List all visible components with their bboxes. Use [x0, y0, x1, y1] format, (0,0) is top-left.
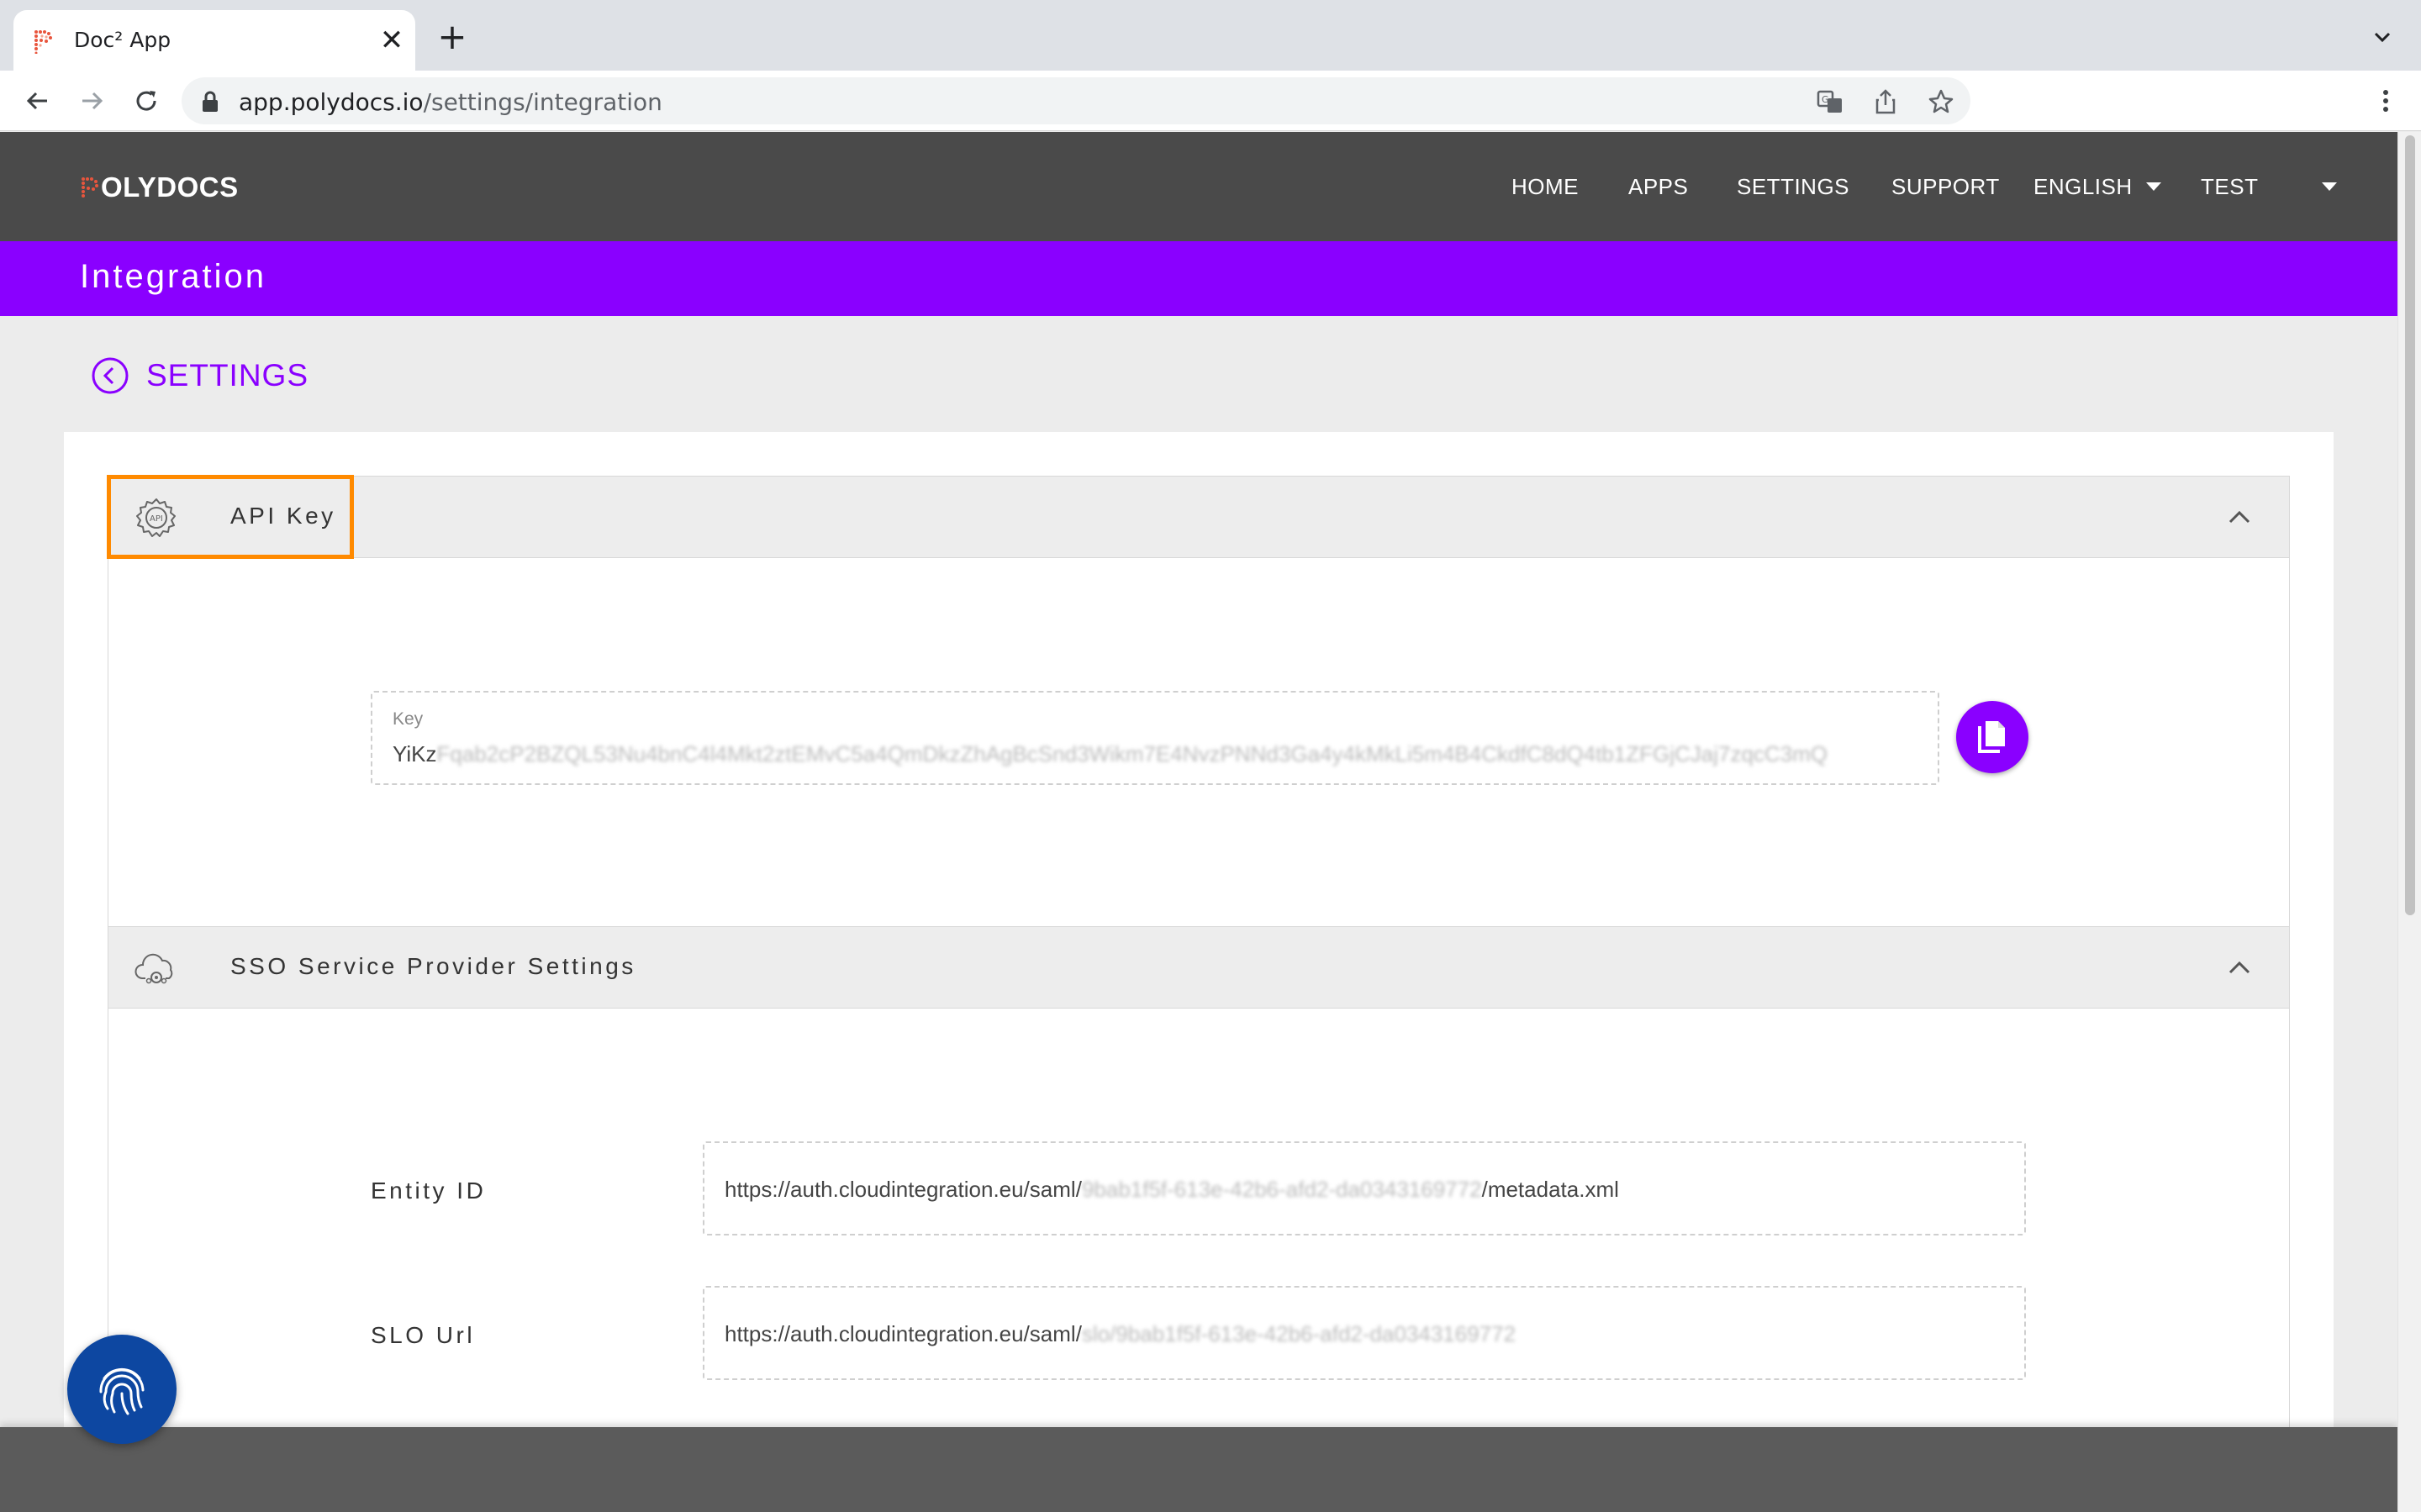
sso-section: SSO Service Provider Settings Entity ID …: [108, 926, 2290, 1512]
api-key-field[interactable]: Key YiKzFqab2cP2BZQL53Nu4bnC4l4Mkt2ztEMv…: [371, 691, 1939, 785]
reload-icon[interactable]: [129, 84, 163, 118]
api-key-value-visible: YiKz: [393, 741, 437, 767]
url-path: /settings/integration: [423, 88, 662, 116]
slo-url-value[interactable]: https://auth.cloudintegration.eu/saml/sl…: [725, 1321, 1516, 1347]
sso-header[interactable]: SSO Service Provider Settings: [108, 926, 2289, 1009]
back-circle-icon[interactable]: [91, 356, 129, 395]
tab-search-chevron-icon[interactable]: [2367, 22, 2397, 52]
page-scrollbar[interactable]: [2397, 132, 2421, 1512]
cloud-settings-icon: [134, 953, 173, 984]
slo-url-field[interactable]: https://auth.cloudintegration.eu/saml/sl…: [703, 1286, 2026, 1380]
logo-mark-icon: [82, 177, 98, 198]
tab-close-icon[interactable]: ✕: [375, 24, 409, 57]
api-key-section: API API Key Key YiKzFqab2cP2BZQL53Nu4bnC…: [107, 475, 2290, 930]
copy-api-key-button[interactable]: [1956, 701, 2028, 773]
integration-card: API API Key Key YiKzFqab2cP2BZQL53Nu4bnC…: [64, 432, 2334, 1512]
nav-settings[interactable]: SETTINGS: [1737, 174, 1849, 200]
translate-icon[interactable]: G: [1816, 87, 1844, 116]
back-label[interactable]: SETTINGS: [146, 358, 309, 393]
slo-url-label: SLO Url: [371, 1322, 476, 1348]
user-menu[interactable]: TEST: [2201, 174, 2258, 200]
svg-text:G: G: [1822, 94, 1829, 105]
user-caret-icon[interactable]: [2322, 182, 2337, 191]
app-favicon-icon: [34, 30, 52, 54]
api-key-value[interactable]: YiKzFqab2cP2BZQL53Nu4bnC4l4Mkt2ztEMvC5a4…: [393, 741, 1828, 767]
app-navbar: OLYDOCS HOME APPS SETTINGS SUPPORT ENGLI…: [0, 132, 2397, 241]
scrollbar-thumb[interactable]: [2405, 135, 2415, 915]
slo-url-prefix: https://auth.cloudintegration.eu/saml/: [725, 1321, 1082, 1346]
api-key-header[interactable]: API API Key: [107, 475, 2289, 559]
entity-id-field[interactable]: https://auth.cloudintegration.eu/saml/9b…: [703, 1141, 2026, 1235]
new-tab-button[interactable]: +: [434, 18, 471, 55]
browser-toolbar: app.polydocs.io/settings/integration G: [0, 71, 2421, 131]
slo-url-obscured: slo/9bab1f5f-613e-42b6-afd2-da0343169772: [1081, 1321, 1516, 1346]
fingerprint-icon: [99, 1367, 145, 1415]
browser-tabstrip: Doc² App ✕ +: [0, 0, 2421, 71]
nav-support[interactable]: SUPPORT: [1891, 174, 2000, 200]
forward-arrow-icon[interactable]: [76, 84, 109, 118]
fingerprint-button[interactable]: [67, 1335, 177, 1444]
api-key-highlight: [107, 475, 354, 559]
page-title: Integration: [80, 258, 267, 295]
browser-menu-icon[interactable]: [2371, 86, 2401, 116]
nav-apps[interactable]: APPS: [1628, 174, 1688, 200]
language-dropdown[interactable]: ENGLISH: [2033, 174, 2133, 200]
api-key-field-label: Key: [393, 709, 424, 729]
entity-id-prefix: https://auth.cloudintegration.eu/saml/: [725, 1177, 1082, 1202]
bottom-bar: [0, 1427, 2397, 1512]
page-title-banner: Integration: [0, 241, 2397, 316]
url-text[interactable]: app.polydocs.io/settings/integration: [239, 88, 662, 116]
polydocs-logo[interactable]: OLYDOCS: [81, 171, 239, 203]
nav-home[interactable]: HOME: [1511, 174, 1579, 200]
collapse-chevron-icon[interactable]: [2227, 507, 2252, 527]
share-icon[interactable]: [1871, 87, 1900, 116]
lock-icon[interactable]: [200, 91, 220, 113]
api-key-value-obscured: Fqab2cP2BZQL53Nu4bnC4l4Mkt2ztEMvC5a4QmDk…: [436, 741, 1828, 767]
address-bar[interactable]: app.polydocs.io/settings/integration G: [182, 77, 1970, 124]
entity-id-label: Entity ID: [371, 1177, 487, 1204]
back-arrow-icon[interactable]: [20, 84, 54, 118]
entity-id-obscured: 9bab1f5f-613e-42b6-afd2-da0343169772: [1081, 1177, 1482, 1202]
sso-title: SSO Service Provider Settings: [230, 953, 636, 979]
tab-title: Doc² App: [74, 28, 171, 52]
entity-id-value[interactable]: https://auth.cloudintegration.eu/saml/9b…: [725, 1177, 1619, 1203]
copy-icon: [1978, 721, 2005, 753]
entity-id-suffix: /metadata.xml: [1481, 1177, 1619, 1202]
bookmark-star-icon[interactable]: [1927, 87, 1955, 116]
language-caret-icon[interactable]: [2146, 182, 2161, 191]
browser-tab[interactable]: Doc² App ✕: [13, 10, 415, 71]
collapse-chevron-icon[interactable]: [2227, 957, 2252, 977]
url-host: app.polydocs.io: [239, 88, 424, 116]
back-to-settings-link[interactable]: SETTINGS: [91, 355, 309, 397]
logo-text: OLYDOCS: [101, 171, 239, 203]
